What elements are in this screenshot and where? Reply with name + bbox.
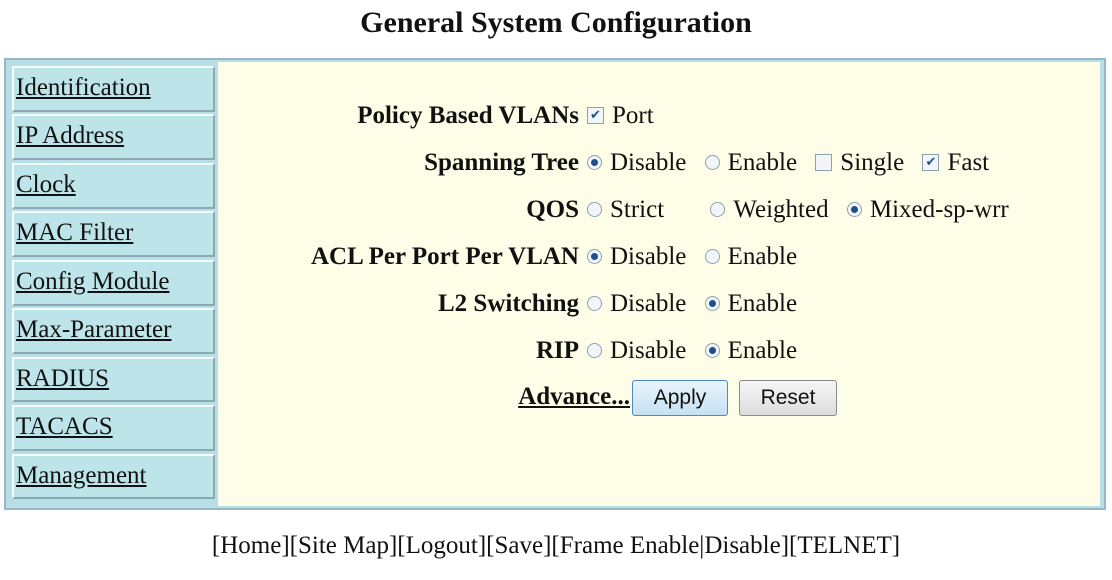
l2-switching-label: L2 Switching [437, 290, 579, 317]
qos-strict-radio[interactable] [587, 201, 602, 217]
reset-button[interactable]: Reset [739, 380, 837, 416]
sidebar-item-label[interactable]: Config Module [16, 268, 169, 295]
sidebar-item-tacacs[interactable]: TACACS [12, 405, 215, 451]
config-frame: Identification IP Address Clock MAC Filt… [4, 58, 1106, 510]
spanning-tree-single-label: Single [840, 149, 905, 176]
policy-vlans-label: Policy Based VLANs [357, 102, 579, 129]
l2-enable-label: Enable [727, 290, 798, 317]
rip-label: RIP [535, 337, 579, 364]
qos-weighted-label: Weighted [733, 196, 829, 223]
spanning-tree-label: Spanning Tree [424, 149, 579, 176]
sidebar-item-label[interactable]: Management [16, 462, 147, 489]
sidebar-item-radius[interactable]: RADIUS [12, 356, 215, 403]
config-panel: Policy Based VLANs ✔ Port Spanning Tree D… [218, 62, 1100, 506]
spanning-tree-fast-checkbox[interactable]: ✔ [922, 153, 940, 171]
rip-row: RIP Disable Enable [218, 331, 1100, 371]
sidebar-item-clock[interactable]: Clock [12, 162, 215, 209]
policy-port-checkbox[interactable]: ✔ [587, 106, 604, 124]
rip-enable-label: Enable [727, 337, 798, 364]
sidebar-item-mac-filter[interactable]: MAC Filter [12, 211, 215, 258]
spanning-tree-enable-radio[interactable] [704, 154, 720, 170]
sidebar-item-label[interactable]: Clock [16, 171, 76, 198]
acl-disable-label: Disable [610, 243, 687, 270]
sidebar-item-label[interactable]: Max-Parameter [16, 316, 171, 343]
footer-link-frame-enable[interactable]: Frame Enable [560, 532, 700, 559]
acl-enable-label: Enable [727, 243, 798, 270]
qos-weighted-radio[interactable] [710, 201, 726, 217]
policy-port-label: Port [612, 102, 654, 129]
advance-link[interactable]: Advance... [518, 383, 630, 411]
qos-row: QOS Strict Weighted Mixed-sp-wrr [218, 190, 1100, 230]
acl-disable-radio[interactable] [587, 248, 602, 264]
rip-disable-label: Disable [610, 337, 687, 364]
footer-link-disable[interactable]: Disable [704, 532, 780, 559]
page-title: General System Configuration [360, 6, 752, 39]
qos-mixed-label: Mixed-sp-wrr [869, 196, 1009, 223]
sidebar-item-config-module[interactable]: Config Module [12, 259, 215, 306]
sidebar-item-max-parameter[interactable]: Max-Parameter [12, 308, 215, 355]
sidebar-item-ip-address[interactable]: IP Address [12, 114, 215, 161]
spanning-tree-disable-radio[interactable] [587, 154, 602, 170]
spanning-tree-single-checkbox[interactable] [815, 153, 833, 171]
action-row: Advance... Apply Reset [218, 378, 1100, 418]
acl-row: ACL Per Port Per VLAN Disable Enable [218, 237, 1100, 277]
acl-enable-radio[interactable] [704, 248, 720, 264]
spanning-tree-row: Spanning Tree Disable Enable Single ✔ Fas… [218, 143, 1100, 183]
l2-enable-radio[interactable] [704, 295, 720, 311]
footer-link-logout[interactable]: Logout [406, 532, 478, 559]
l2-disable-label: Disable [610, 290, 687, 317]
footer-link-telnet[interactable]: TELNET [797, 532, 891, 559]
sidebar-item-label[interactable]: IP Address [16, 122, 124, 149]
sidebar-item-label[interactable]: RADIUS [16, 365, 109, 392]
footer-link-save[interactable]: Save [495, 532, 544, 559]
qos-strict-label: Strict [610, 196, 665, 223]
policy-vlans-row: Policy Based VLANs ✔ Port [218, 96, 1100, 136]
l2-disable-radio[interactable] [587, 295, 602, 311]
sidebar-item-identification[interactable]: Identification [12, 66, 215, 112]
qos-label: QOS [526, 196, 579, 223]
spanning-tree-enable-label: Enable [727, 149, 798, 176]
footer-links: [Home][Site Map][Logout][Save][Frame Ena… [211, 532, 901, 559]
spanning-tree-disable-label: Disable [610, 149, 687, 176]
footer-link-site-map[interactable]: Site Map [298, 532, 389, 559]
sidebar-item-label[interactable]: TACACS [16, 413, 113, 440]
qos-mixed-radio[interactable] [846, 201, 862, 217]
apply-button[interactable]: Apply [632, 380, 728, 416]
footer-link-home[interactable]: Home [220, 532, 281, 559]
rip-disable-radio[interactable] [587, 342, 602, 358]
acl-label: ACL Per Port Per VLAN [310, 243, 579, 270]
spanning-tree-fast-label: Fast [947, 149, 990, 176]
sidebar-nav: Identification IP Address Clock MAC Filt… [12, 66, 215, 502]
sidebar-item-management[interactable]: Management [12, 453, 215, 500]
l2-switching-row: L2 Switching Disable Enable [218, 284, 1100, 324]
sidebar-item-label[interactable]: Identification [16, 74, 151, 101]
sidebar-item-label[interactable]: MAC Filter [16, 219, 133, 246]
rip-enable-radio[interactable] [704, 342, 720, 358]
